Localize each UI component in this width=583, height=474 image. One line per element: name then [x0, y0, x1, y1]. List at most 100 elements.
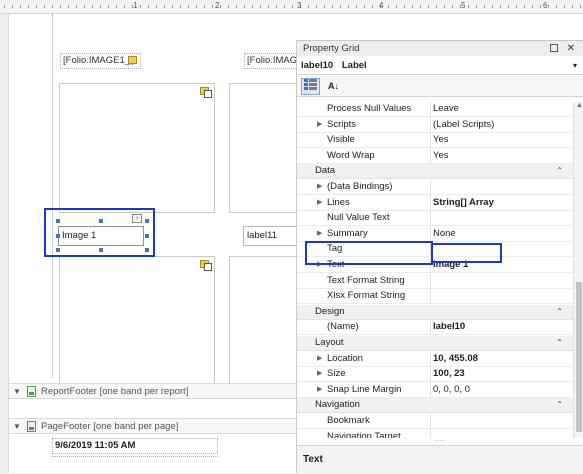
property-name: Navigation Target: [327, 431, 401, 438]
collapse-arrow-icon[interactable]: ▼: [13, 419, 21, 434]
expand-icon[interactable]: ▶: [317, 383, 322, 397]
ruler-tick: [124, 5, 125, 8]
property-value[interactable]: 10, 455.08: [433, 352, 478, 366]
expand-icon[interactable]: ▶: [317, 227, 322, 241]
ruler-number: 5: [461, 1, 466, 10]
property-name: Summary: [327, 228, 368, 239]
property-name: Size: [327, 368, 346, 379]
scroll-thumb[interactable]: [576, 282, 582, 432]
label11-control[interactable]: label11: [243, 226, 303, 246]
property-row[interactable]: Bookmark: [297, 414, 573, 429]
ruler-tick: [172, 5, 173, 8]
ruler-tick: [196, 5, 197, 8]
expand-icon[interactable]: ▶: [317, 367, 322, 381]
property-grid-title-bar[interactable]: Property Grid ✕: [297, 41, 583, 56]
ruler-tick: [548, 5, 549, 8]
close-icon[interactable]: ✕: [567, 41, 575, 56]
ruler-tick: [180, 5, 181, 8]
categorized-icon: [304, 79, 317, 90]
property-value[interactable]: (Label Scripts): [433, 118, 494, 132]
property-row[interactable]: ▶ Location 10, 455.08: [297, 352, 573, 367]
column-separator: [430, 196, 431, 211]
ruler-tick: [524, 5, 525, 8]
ruler-tick: [204, 5, 205, 8]
folio-image2-field[interactable]: [Folio.IMAGE: [244, 53, 304, 69]
ruler-tick: [340, 5, 341, 8]
property-category-navigation[interactable]: Navigation ⌃: [297, 398, 573, 413]
property-row[interactable]: Navigation Target: [297, 430, 573, 438]
property-name: Location: [327, 353, 363, 364]
ruler-tick: [428, 5, 429, 8]
expand-icon[interactable]: ▶: [317, 180, 322, 194]
splitter-grip[interactable]: .....: [297, 436, 583, 444]
property-description-title: Text: [303, 454, 323, 465]
property-row[interactable]: Text Format String: [297, 274, 573, 289]
expand-icon[interactable]: ▶: [317, 352, 322, 366]
property-category-data[interactable]: Data ⌃: [297, 164, 573, 179]
categorized-button[interactable]: [301, 78, 320, 95]
expand-icon[interactable]: ▶: [317, 196, 322, 210]
ruler-tick: [476, 5, 477, 8]
property-value[interactable]: String[] Array: [433, 196, 494, 210]
property-row[interactable]: ▶ Summary None: [297, 227, 573, 242]
chevron-down-icon[interactable]: ▾: [573, 57, 577, 75]
ruler-tick: [52, 5, 53, 8]
property-category-design[interactable]: Design ⌃: [297, 305, 573, 320]
date-time-field[interactable]: 9/6/2019 11:05 AM: [52, 438, 218, 454]
collapse-arrow-icon[interactable]: ▼: [13, 384, 21, 399]
ruler-tick: [556, 5, 557, 8]
expand-icon[interactable]: ▶: [317, 118, 322, 132]
property-row[interactable]: ▶ Size 100, 23: [297, 367, 573, 382]
property-list-scrollbar[interactable]: ▲: [573, 102, 583, 438]
alphabetical-button[interactable]: A↓: [324, 78, 343, 95]
property-value[interactable]: 100, 23: [433, 367, 465, 381]
property-name: Snap Line Margin: [327, 384, 402, 395]
property-row[interactable]: Word Wrap Yes: [297, 149, 573, 164]
column-separator: [430, 414, 431, 429]
category-label: Layout: [315, 337, 344, 348]
ruler-tick: [84, 5, 85, 8]
ruler-tick: [284, 5, 285, 8]
ruler-tick: [276, 5, 277, 8]
property-row[interactable]: ▶ Snap Line Margin 0, 0, 0, 0: [297, 383, 573, 398]
property-value[interactable]: 0, 0, 0, 0: [433, 383, 470, 397]
category-label: Navigation: [315, 399, 360, 410]
column-separator: [430, 289, 431, 304]
property-value[interactable]: Leave: [433, 102, 459, 116]
ruler-tick: [404, 5, 405, 8]
property-row[interactable]: ▶ (Data Bindings): [297, 180, 573, 195]
property-value[interactable]: label10: [433, 320, 465, 334]
property-row[interactable]: ▶ Scripts (Label Scripts): [297, 118, 573, 133]
ruler-tick: [212, 5, 213, 8]
collapse-icon[interactable]: ⌃: [556, 398, 563, 412]
property-value[interactable]: Yes: [433, 149, 449, 163]
ruler-tick: [396, 5, 397, 8]
ruler-tick: [580, 5, 581, 8]
ruler-number: 3: [297, 1, 302, 10]
object-selector-combo[interactable]: label10 Label ▾: [297, 57, 583, 75]
property-row[interactable]: (Name) label10: [297, 320, 573, 335]
collapse-icon[interactable]: ⌃: [556, 305, 563, 319]
ruler-tick: [356, 5, 357, 8]
property-row[interactable]: ▶ Lines String[] Array: [297, 196, 573, 211]
picture-box-3[interactable]: [59, 256, 215, 384]
label11-text: label11: [247, 230, 277, 241]
property-row[interactable]: Xlsx Format String: [297, 289, 573, 304]
ruler-tick: [188, 5, 189, 8]
property-value[interactable]: Yes: [433, 133, 449, 147]
property-row[interactable]: Null Value Text: [297, 211, 573, 226]
collapse-icon[interactable]: ⌃: [556, 164, 563, 178]
property-name: Bookmark: [327, 415, 370, 426]
ruler-tick: [252, 5, 253, 8]
property-row[interactable]: Process Null Values Leave: [297, 102, 573, 117]
ruler-tick: [260, 5, 261, 8]
scroll-up-icon[interactable]: ▲: [576, 102, 583, 109]
ruler-tick: [508, 5, 509, 8]
collapse-icon[interactable]: ⌃: [556, 336, 563, 350]
property-value[interactable]: None: [433, 227, 456, 241]
property-row[interactable]: Visible Yes: [297, 133, 573, 148]
folio-image1-field[interactable]: [Folio.IMAGE1_(: [60, 53, 141, 69]
property-category-layout[interactable]: Layout ⌃: [297, 336, 573, 351]
pin-icon[interactable]: [550, 44, 558, 52]
picture-box-1[interactable]: [59, 83, 215, 213]
